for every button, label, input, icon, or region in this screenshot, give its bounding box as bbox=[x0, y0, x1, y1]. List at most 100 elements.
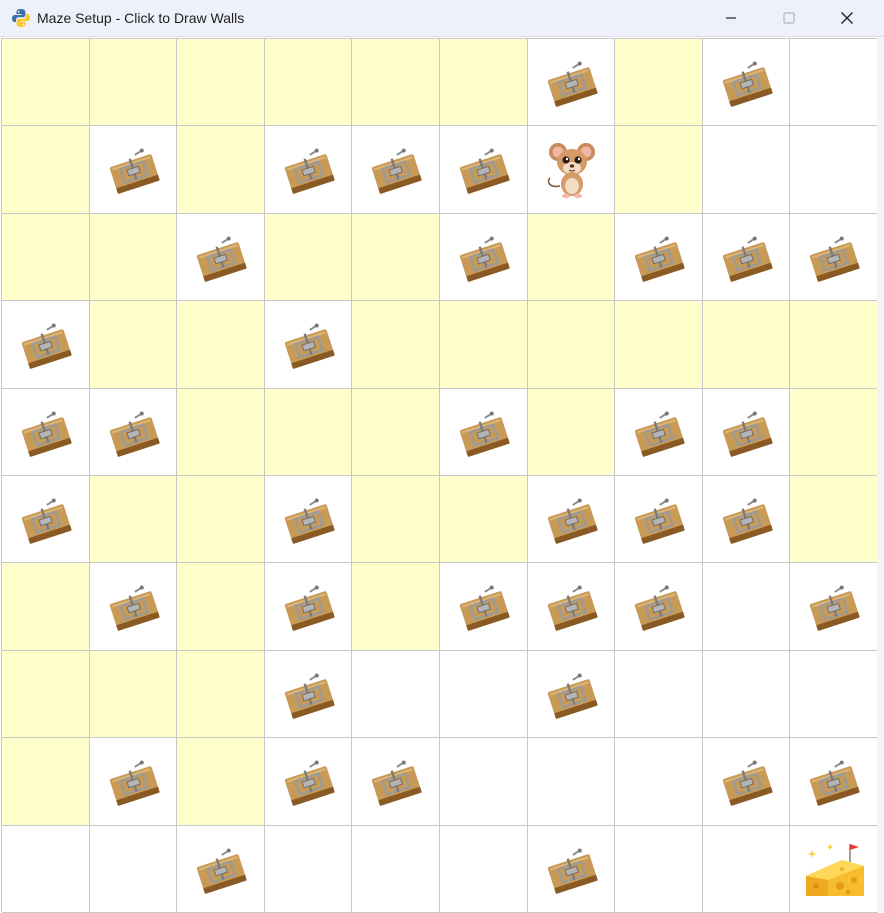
maze-cell-trap[interactable] bbox=[527, 475, 616, 564]
maze-cell-path[interactable] bbox=[439, 301, 528, 389]
maze-cell-trap[interactable] bbox=[2, 475, 90, 564]
maze-cell-empty[interactable] bbox=[702, 126, 791, 214]
maze-cell-path[interactable] bbox=[527, 213, 616, 302]
maze-cell-trap[interactable] bbox=[89, 738, 178, 826]
maze-cell-trap[interactable] bbox=[177, 213, 265, 302]
close-button[interactable] bbox=[818, 0, 876, 36]
maze-cell-trap[interactable] bbox=[89, 126, 178, 214]
minimize-button[interactable] bbox=[702, 0, 760, 36]
maze-cell-trap[interactable] bbox=[2, 388, 90, 476]
maze-grid[interactable] bbox=[1, 38, 878, 913]
maze-cell-path[interactable] bbox=[2, 39, 90, 127]
maze-cell-path[interactable] bbox=[790, 388, 878, 476]
maze-cell-empty[interactable] bbox=[615, 825, 703, 913]
maze-cell-path[interactable] bbox=[527, 388, 616, 476]
maze-cell-trap[interactable] bbox=[702, 738, 791, 826]
maze-cell-empty[interactable] bbox=[439, 738, 528, 826]
maze-cell-trap[interactable] bbox=[89, 388, 178, 476]
maze-cell-trap[interactable] bbox=[527, 650, 616, 739]
maze-cell-path[interactable] bbox=[89, 475, 178, 564]
maze-cell-path[interactable] bbox=[264, 388, 353, 476]
maze-cell-trap[interactable] bbox=[177, 825, 265, 913]
maze-cell-trap[interactable] bbox=[352, 126, 440, 214]
maze-cell-path[interactable] bbox=[2, 126, 90, 214]
maze-cell-empty[interactable] bbox=[352, 650, 440, 739]
maximize-button[interactable] bbox=[760, 0, 818, 36]
maze-cell-trap[interactable] bbox=[264, 475, 353, 564]
maze-cell-path[interactable] bbox=[177, 738, 265, 826]
maze-cell-empty[interactable] bbox=[790, 39, 878, 127]
maze-cell-trap[interactable] bbox=[439, 213, 528, 302]
maze-cell-path[interactable] bbox=[439, 39, 528, 127]
maze-cell-path[interactable] bbox=[790, 301, 878, 389]
maze-cell-mouse[interactable] bbox=[527, 126, 616, 214]
maze-cell-trap[interactable] bbox=[439, 126, 528, 214]
maze-cell-path[interactable] bbox=[527, 301, 616, 389]
maze-cell-trap[interactable] bbox=[264, 650, 353, 739]
maze-cell-path[interactable] bbox=[264, 39, 353, 127]
maze-cell-empty[interactable] bbox=[615, 738, 703, 826]
maze-cell-trap[interactable] bbox=[615, 388, 703, 476]
maze-cell-trap[interactable] bbox=[615, 213, 703, 302]
maze-cell-path[interactable] bbox=[177, 650, 265, 739]
maze-cell-path[interactable] bbox=[352, 301, 440, 389]
maze-cell-empty[interactable] bbox=[702, 563, 791, 651]
maze-cell-path[interactable] bbox=[177, 39, 265, 127]
maze-cell-path[interactable] bbox=[89, 650, 178, 739]
maze-cell-path[interactable] bbox=[177, 301, 265, 389]
maze-cell-path[interactable] bbox=[352, 388, 440, 476]
maze-cell-path[interactable] bbox=[89, 39, 178, 127]
maze-cell-empty[interactable] bbox=[790, 650, 878, 739]
maze-cell-trap[interactable] bbox=[527, 563, 616, 651]
maze-cell-trap[interactable] bbox=[790, 213, 878, 302]
maze-cell-empty[interactable] bbox=[439, 825, 528, 913]
maze-cell-path[interactable] bbox=[2, 213, 90, 302]
maze-cell-empty[interactable] bbox=[790, 126, 878, 214]
maze-cell-path[interactable] bbox=[177, 126, 265, 214]
maze-cell-empty[interactable] bbox=[702, 825, 791, 913]
maze-cell-trap[interactable] bbox=[527, 825, 616, 913]
maze-cell-trap[interactable] bbox=[439, 388, 528, 476]
maze-cell-trap[interactable] bbox=[439, 563, 528, 651]
maze-cell-trap[interactable] bbox=[790, 738, 878, 826]
maze-cell-empty[interactable] bbox=[264, 825, 353, 913]
maze-cell-path[interactable] bbox=[2, 650, 90, 739]
maze-cell-trap[interactable] bbox=[702, 475, 791, 564]
maze-cell-empty[interactable] bbox=[439, 650, 528, 739]
maze-cell-trap[interactable] bbox=[264, 738, 353, 826]
maze-cell-path[interactable] bbox=[177, 563, 265, 651]
maze-cell-path[interactable] bbox=[177, 475, 265, 564]
maze-cell-path[interactable] bbox=[352, 39, 440, 127]
maze-cell-path[interactable] bbox=[89, 213, 178, 302]
maze-cell-path[interactable] bbox=[615, 301, 703, 389]
maze-cell-empty[interactable] bbox=[702, 650, 791, 739]
maze-cell-path[interactable] bbox=[702, 301, 791, 389]
maze-cell-path[interactable] bbox=[264, 213, 353, 302]
maze-cell-empty[interactable] bbox=[352, 825, 440, 913]
maze-cell-path[interactable] bbox=[352, 563, 440, 651]
maze-cell-trap[interactable] bbox=[790, 563, 878, 651]
maze-cell-empty[interactable] bbox=[89, 825, 178, 913]
maze-cell-path[interactable] bbox=[439, 475, 528, 564]
maze-cell-trap[interactable] bbox=[527, 39, 616, 127]
maze-cell-trap[interactable] bbox=[264, 301, 353, 389]
maze-cell-trap[interactable] bbox=[702, 39, 791, 127]
maze-cell-trap[interactable] bbox=[615, 475, 703, 564]
maze-cell-path[interactable] bbox=[615, 39, 703, 127]
maze-cell-path[interactable] bbox=[352, 475, 440, 564]
maze-cell-cheese[interactable] bbox=[790, 825, 878, 913]
maze-cell-empty[interactable] bbox=[615, 650, 703, 739]
title-bar[interactable]: Maze Setup - Click to Draw Walls bbox=[0, 0, 884, 37]
maze-cell-path[interactable] bbox=[89, 301, 178, 389]
maze-cell-path[interactable] bbox=[790, 475, 878, 564]
maze-cell-path[interactable] bbox=[352, 213, 440, 302]
maze-cell-path[interactable] bbox=[615, 126, 703, 214]
maze-cell-trap[interactable] bbox=[264, 563, 353, 651]
maze-cell-trap[interactable] bbox=[264, 126, 353, 214]
maze-cell-path[interactable] bbox=[177, 388, 265, 476]
maze-cell-trap[interactable] bbox=[89, 563, 178, 651]
maze-cell-empty[interactable] bbox=[2, 825, 90, 913]
maze-cell-trap[interactable] bbox=[352, 738, 440, 826]
maze-cell-trap[interactable] bbox=[702, 213, 791, 302]
maze-cell-path[interactable] bbox=[2, 563, 90, 651]
